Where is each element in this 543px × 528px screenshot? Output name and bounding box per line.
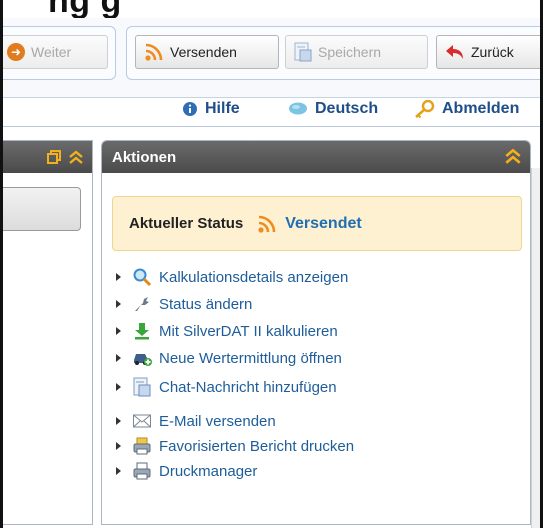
speichern-button[interactable]: Speichern bbox=[285, 35, 428, 69]
action-druckmanager[interactable]: Druckmanager bbox=[116, 460, 257, 482]
status-box: Aktueller Status Versendet bbox=[112, 196, 522, 251]
top-nav: Hilfe Deutsch Abmelden bbox=[3, 98, 540, 126]
weiter-button[interactable]: ➜ Weiter bbox=[0, 35, 108, 69]
expand-triangle-icon bbox=[116, 327, 121, 335]
status-label: Aktueller Status bbox=[129, 215, 244, 232]
back-arrow-icon bbox=[446, 45, 463, 59]
status-value: Versendet bbox=[257, 214, 362, 234]
action-email-versenden[interactable]: E-Mail versenden bbox=[116, 410, 276, 432]
collapse-double-chevron-icon[interactable] bbox=[504, 147, 522, 165]
help-link[interactable]: Hilfe bbox=[182, 100, 240, 118]
actions-header: Aktionen bbox=[102, 141, 530, 173]
left-panel-field[interactable] bbox=[3, 187, 81, 231]
document-icon bbox=[131, 377, 153, 397]
arrow-right-icon: ➜ bbox=[7, 43, 25, 61]
action-label: Kalkulationsdetails anzeigen bbox=[159, 268, 349, 286]
wrench-icon bbox=[131, 294, 153, 314]
rss-icon bbox=[258, 215, 276, 233]
left-panel bbox=[3, 140, 93, 525]
actions-panel: Aktionen Aktueller Status Versendet Kalk… bbox=[101, 140, 531, 525]
language-link[interactable]: Deutsch bbox=[288, 100, 378, 118]
download-arrow-icon bbox=[131, 321, 153, 341]
printer-icon bbox=[131, 461, 153, 481]
action-kalkulationsdetails[interactable]: Kalkulationsdetails anzeigen bbox=[116, 266, 348, 288]
language-label: Deutsch bbox=[315, 100, 379, 117]
action-label: Chat-Nachricht hinzufügen bbox=[159, 378, 337, 396]
printer-star-icon bbox=[131, 436, 153, 456]
action-label: Favorisierten Bericht drucken bbox=[159, 437, 355, 455]
versenden-button[interactable]: Versenden bbox=[135, 35, 279, 69]
versenden-label: Versenden bbox=[170, 44, 237, 60]
action-label: Neue Wertermittlung öffnen bbox=[159, 349, 342, 367]
help-label: Hilfe bbox=[205, 100, 240, 117]
expand-triangle-icon bbox=[116, 383, 121, 391]
key-icon bbox=[415, 100, 435, 118]
logout-link[interactable]: Abmelden bbox=[413, 100, 519, 118]
action-label: Druckmanager bbox=[159, 462, 258, 480]
action-favorisierten-bericht[interactable]: Favorisierten Bericht drucken bbox=[116, 435, 354, 457]
envelope-icon bbox=[131, 411, 153, 431]
rss-icon bbox=[145, 43, 163, 61]
action-label: E-Mail versenden bbox=[159, 412, 276, 430]
expand-triangle-icon bbox=[116, 354, 121, 362]
action-neue-wertermittlung[interactable]: Neue Wertermittlung öffnen bbox=[116, 347, 342, 369]
magnifier-icon bbox=[131, 267, 153, 287]
action-chat-nachricht[interactable]: Chat-Nachricht hinzufügen bbox=[116, 376, 337, 398]
expand-triangle-icon bbox=[116, 417, 121, 425]
car-plus-icon bbox=[131, 348, 153, 368]
expand-triangle-icon bbox=[116, 442, 121, 450]
logout-label: Abmelden bbox=[442, 100, 520, 117]
double-chevron-up-icon[interactable] bbox=[68, 149, 84, 165]
action-silverdat-kalkulieren[interactable]: Mit SilverDAT II kalkulieren bbox=[116, 320, 338, 342]
zurueck-label: Zurück bbox=[471, 44, 514, 60]
weiter-label: Weiter bbox=[31, 44, 72, 60]
nav-divider bbox=[3, 126, 540, 127]
action-label: Mit SilverDAT II kalkulieren bbox=[159, 322, 338, 340]
status-value-text: Versendet bbox=[285, 214, 362, 232]
zurueck-button[interactable]: Zurück bbox=[436, 35, 543, 69]
save-document-icon bbox=[294, 42, 312, 62]
speichern-label: Speichern bbox=[318, 44, 382, 60]
expand-triangle-icon bbox=[116, 300, 121, 308]
expand-triangle-icon bbox=[116, 467, 121, 475]
action-label: Status ändern bbox=[159, 295, 253, 313]
actions-title: Aktionen bbox=[112, 148, 177, 166]
restore-window-icon[interactable] bbox=[46, 149, 62, 165]
left-panel-header bbox=[3, 141, 92, 173]
scrollbar[interactable] bbox=[531, 168, 540, 528]
info-icon bbox=[183, 102, 197, 116]
frame-border-left bbox=[0, 0, 3, 528]
speech-bubble-icon bbox=[289, 102, 307, 115]
action-status-aendern[interactable]: Status ändern bbox=[116, 293, 252, 315]
expand-triangle-icon bbox=[116, 273, 121, 281]
